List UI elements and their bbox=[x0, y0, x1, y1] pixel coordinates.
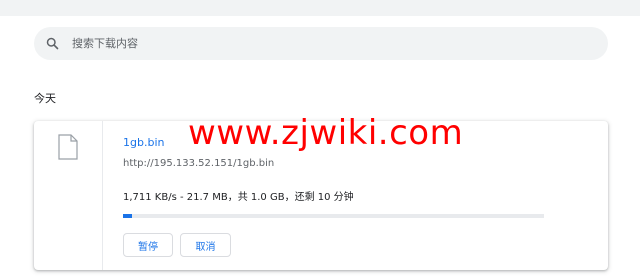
search-bar[interactable] bbox=[34, 27, 608, 60]
file-name-link[interactable]: 1gb.bin bbox=[123, 136, 164, 149]
date-section-title: 今天 bbox=[34, 92, 56, 105]
card-divider bbox=[102, 121, 103, 270]
file-icon bbox=[58, 134, 78, 160]
cancel-button[interactable]: 取消 bbox=[180, 233, 231, 257]
download-progress-bar bbox=[123, 214, 544, 218]
file-url: http://195.133.52.151/1gb.bin bbox=[123, 158, 275, 169]
search-icon bbox=[46, 37, 59, 50]
download-status: 1,711 KB/s - 21.7 MB，共 1.0 GB，还剩 10 分钟 bbox=[123, 192, 354, 203]
download-progress-fill bbox=[123, 214, 132, 218]
top-bar bbox=[0, 0, 640, 16]
watermark-text: www.zjwiki.com bbox=[188, 113, 464, 153]
search-input[interactable] bbox=[72, 27, 592, 60]
pause-button[interactable]: 暂停 bbox=[123, 233, 173, 257]
